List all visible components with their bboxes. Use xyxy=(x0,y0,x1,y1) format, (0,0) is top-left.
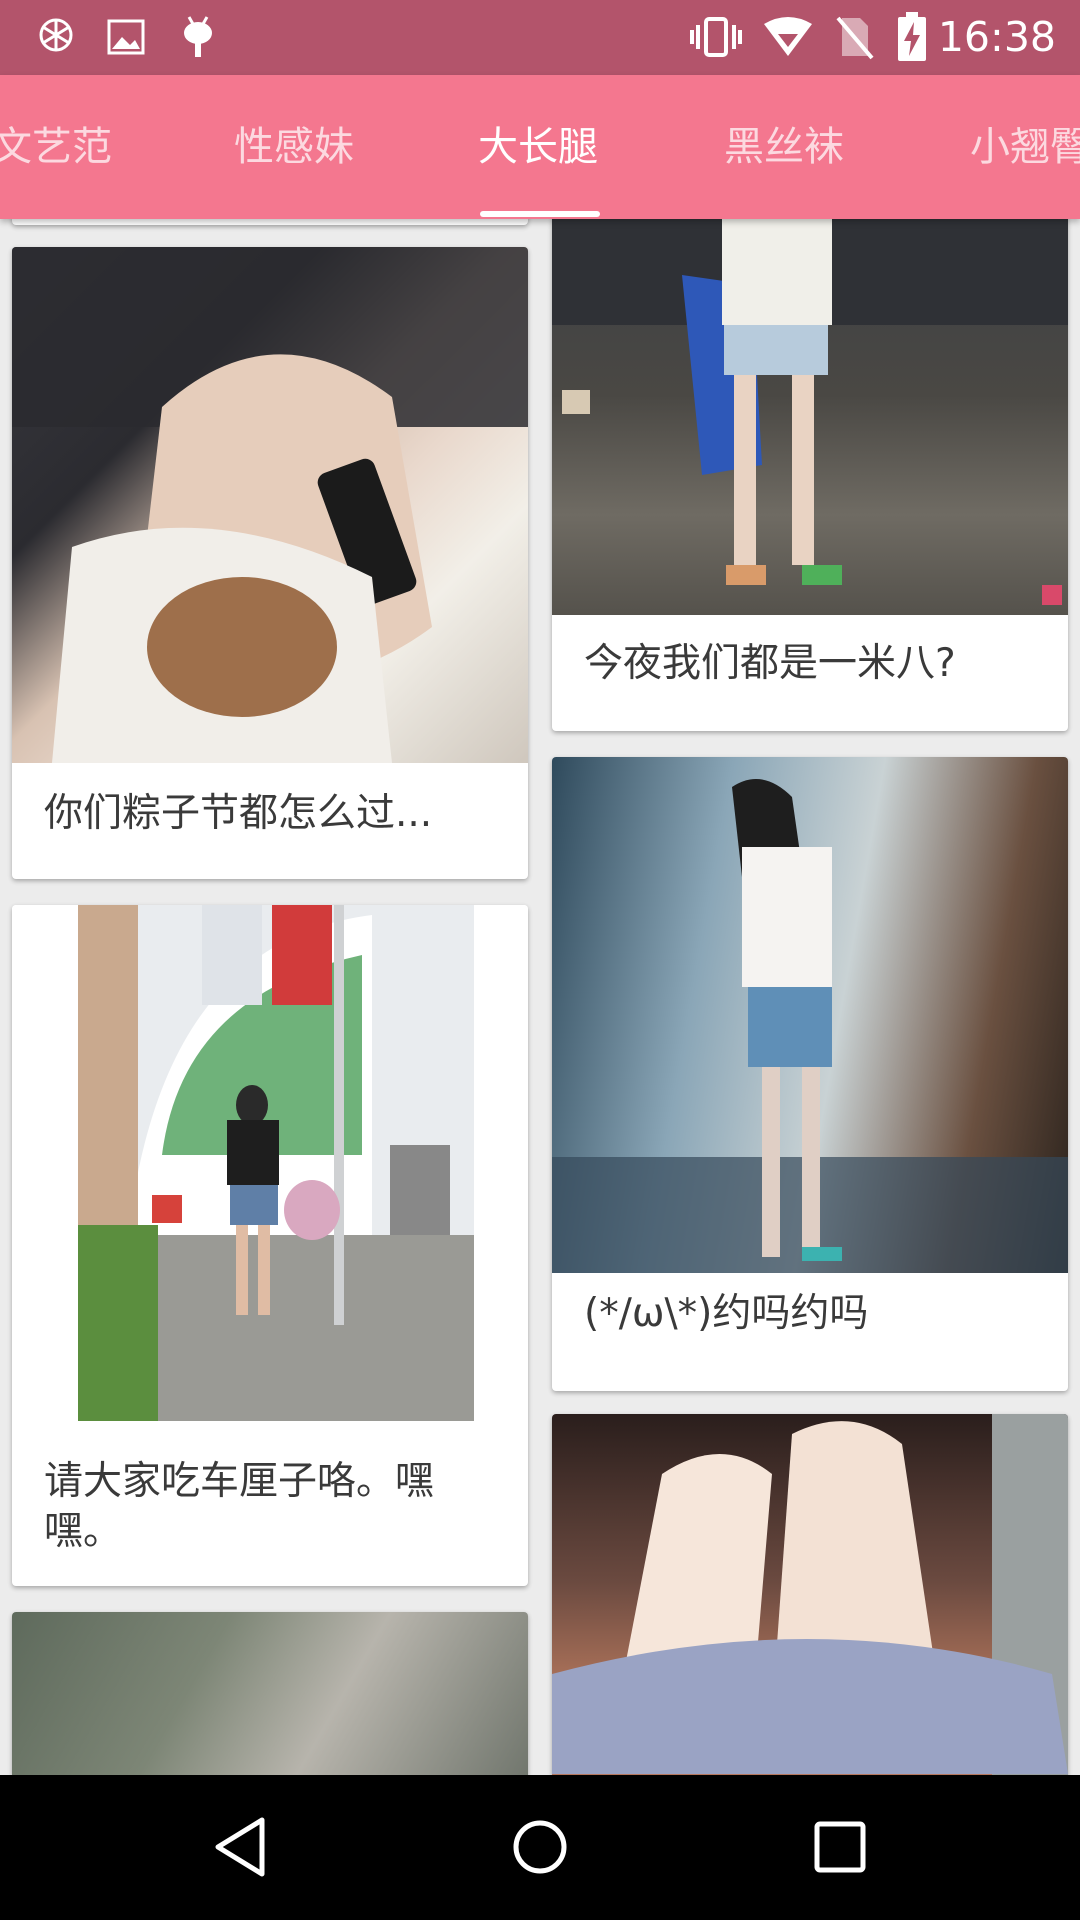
card-photo xyxy=(12,247,528,763)
photo-card[interactable] xyxy=(12,1612,528,1775)
status-time: 16:38 xyxy=(937,13,1056,61)
card-caption: 今夜我们都是一米八? xyxy=(584,641,956,686)
photo-feed[interactable]: 你们粽子节都怎么过... 请大家吃车厘子咯。嘿嘿。 今夜我们都是一米八? (*/… xyxy=(0,219,1080,1775)
active-tab-indicator xyxy=(480,211,600,217)
photo-card[interactable]: 你们粽子节都怎么过... xyxy=(12,247,528,879)
vibrate-icon xyxy=(688,14,744,60)
card-caption: (*/ω\*)约吗约吗 xyxy=(584,1291,869,1336)
recents-icon[interactable] xyxy=(790,1797,890,1897)
battery-charging-icon xyxy=(894,12,930,61)
image-icon xyxy=(104,14,148,60)
card-photo xyxy=(552,757,1068,1273)
card-photo xyxy=(552,219,1068,615)
tab-xiaoqiaotun[interactable]: 小翘臀 xyxy=(970,75,1080,219)
photo-card[interactable] xyxy=(552,1414,1068,1775)
tab-xingganmei[interactable]: 性感妹 xyxy=(234,75,354,219)
android-icon xyxy=(176,14,220,60)
tab-wenyifan[interactable]: 文艺范 xyxy=(0,75,112,219)
card-photo xyxy=(12,1612,528,1775)
tab-dachangtui[interactable]: 大长腿 xyxy=(478,75,598,219)
photo-card[interactable]: (*/ω\*)约吗约吗 xyxy=(552,757,1068,1391)
wifi-icon xyxy=(762,14,814,60)
category-tab-bar: 文艺范 性感妹 大长腿 黑丝袜 小翘臀 xyxy=(0,75,1080,219)
navigation-bar xyxy=(0,1775,1080,1920)
app-logo-icon xyxy=(36,14,76,60)
photo-card[interactable]: 请大家吃车厘子咯。嘿嘿。 xyxy=(12,905,528,1586)
status-bar: 16:38 xyxy=(0,0,1080,75)
photo-card[interactable] xyxy=(12,219,528,225)
photo-card[interactable]: 今夜我们都是一米八? xyxy=(552,219,1068,731)
back-icon[interactable] xyxy=(190,1797,290,1897)
card-caption: 你们粽子节都怎么过... xyxy=(44,791,433,836)
card-photo xyxy=(552,1414,1068,1775)
home-icon[interactable] xyxy=(490,1797,590,1897)
card-photo xyxy=(12,905,528,1421)
tab-heisiwa[interactable]: 黑丝袜 xyxy=(724,75,844,219)
no-sim-icon xyxy=(834,14,874,60)
card-caption: 请大家吃车厘子咯。嘿嘿。 xyxy=(44,1459,435,1554)
